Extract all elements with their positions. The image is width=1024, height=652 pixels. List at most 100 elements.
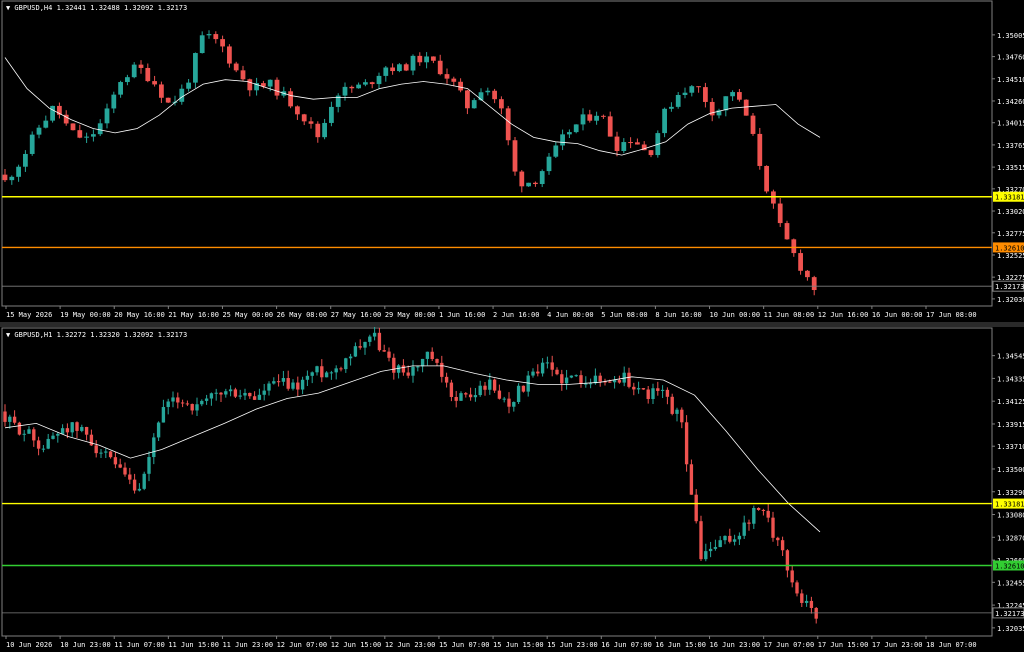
candle-body — [195, 404, 199, 411]
chart-pane-h1[interactable]: ▼ GBPUSD,H1 1.32272 1.32320 1.32092 1.32… — [0, 327, 1024, 652]
candle-body — [305, 375, 310, 380]
candle-body — [152, 437, 156, 458]
x-tick-label: 19 May 00:00 — [60, 311, 111, 319]
candle-body — [310, 372, 314, 376]
candle-body — [771, 517, 775, 538]
x-tick-label: 8 Jun 16:00 — [655, 311, 701, 319]
candle-body — [322, 122, 327, 138]
candle-body — [539, 171, 545, 185]
candle-body — [111, 94, 117, 109]
level-label: 1.32610 — [995, 563, 1024, 571]
candle-body — [334, 368, 338, 373]
candle-body — [43, 120, 49, 128]
candle-body — [214, 392, 218, 394]
candle-body — [492, 379, 497, 391]
candle-body — [732, 539, 737, 542]
x-tick-label: 17 Jun 07:00 — [764, 641, 815, 649]
chart-header: ▼ GBPUSD,H1 1.32272 1.32320 1.32092 1.32… — [6, 331, 187, 339]
candle-body — [22, 433, 26, 435]
candle-body — [798, 253, 803, 271]
candle-body — [228, 389, 233, 392]
level-label: 1.32610 — [995, 244, 1024, 252]
candle-body — [296, 382, 300, 390]
candle-body — [233, 389, 238, 397]
candle-body — [70, 123, 76, 131]
y-tick-label: 1.32775 — [997, 230, 1024, 238]
candle-body — [257, 394, 262, 400]
candle-body — [252, 396, 257, 400]
h4-chart-svg[interactable]: ▼ GBPUSD,H4 1.32441 1.32488 1.32092 1.32… — [0, 0, 1024, 322]
candle-body — [437, 60, 443, 75]
candle-body — [492, 90, 497, 100]
candle-body — [392, 357, 396, 373]
chart-header: ▼ GBPUSD,H4 1.32441 1.32488 1.32092 1.32… — [6, 4, 187, 12]
candle-body — [512, 140, 518, 172]
candle-body — [272, 381, 276, 384]
candle-body — [171, 397, 175, 402]
candle-body — [573, 124, 579, 133]
level-label: 1.32173 — [995, 283, 1024, 291]
candle-body — [2, 174, 8, 181]
candle-body — [449, 382, 454, 397]
x-tick-label: 2 Jun 16:00 — [493, 311, 539, 319]
candle-body — [262, 390, 266, 395]
x-tick-label: 11 Jun 15:00 — [168, 641, 219, 649]
candle-body — [190, 404, 194, 411]
candle-body — [267, 383, 271, 391]
candle-body — [499, 99, 504, 109]
candle-body — [505, 108, 511, 141]
candle-body — [742, 522, 746, 536]
candle-body — [550, 362, 554, 370]
candle-body — [411, 366, 415, 376]
candle-body — [372, 332, 377, 337]
candle-body — [567, 132, 572, 135]
candle-body — [281, 378, 286, 382]
candle-body — [675, 95, 681, 107]
y-tick-label: 1.33710 — [997, 443, 1024, 451]
candle-body — [465, 90, 470, 109]
candle-body — [131, 64, 137, 78]
candle-body — [627, 372, 631, 387]
candle-body — [569, 375, 574, 378]
candle-body — [383, 67, 389, 76]
candle-body — [342, 86, 348, 96]
candle-body — [662, 108, 667, 134]
candle-body — [233, 63, 239, 71]
candle-body — [628, 142, 633, 144]
candle-body — [791, 239, 797, 254]
candle-body — [32, 429, 36, 441]
candle-body — [416, 366, 420, 368]
y-tick-label: 1.32455 — [997, 579, 1024, 587]
h1-chart-svg[interactable]: ▼ GBPUSD,H1 1.32272 1.32320 1.32092 1.32… — [0, 327, 1024, 652]
y-tick-label: 1.34015 — [997, 120, 1024, 128]
candle-body — [636, 388, 641, 390]
x-tick-label: 18 Jun 07:00 — [926, 641, 977, 649]
candle-body — [764, 165, 769, 192]
candle-body — [89, 434, 94, 446]
candle-body — [300, 379, 305, 390]
candle-body — [301, 114, 307, 122]
candle-body — [444, 74, 450, 79]
candle-body — [204, 398, 209, 401]
x-tick-label: 16 Jun 23:00 — [710, 641, 761, 649]
candle-body — [145, 67, 151, 82]
x-tick-label: 4 Jun 00:00 — [547, 311, 593, 319]
candle-body — [800, 593, 804, 603]
y-tick-label: 1.32030 — [997, 296, 1024, 304]
y-tick-label: 1.33915 — [997, 421, 1024, 429]
y-tick-label: 1.34545 — [997, 353, 1024, 361]
candle-body — [809, 600, 814, 608]
candle-body — [531, 371, 535, 376]
candle-body — [417, 55, 423, 63]
candle-body — [444, 376, 449, 383]
candle-body — [587, 114, 593, 121]
candle-body — [608, 381, 612, 383]
candle-body — [29, 134, 35, 154]
candle-body — [36, 440, 41, 449]
candle-body — [795, 582, 799, 594]
candle-body — [108, 451, 113, 458]
chart-pane-h4[interactable]: ▼ GBPUSD,H4 1.32441 1.32488 1.32092 1.32… — [0, 0, 1024, 322]
candle-body — [267, 79, 273, 87]
candle-body — [75, 422, 79, 431]
x-tick-label: 10 Jun 23:00 — [60, 641, 111, 649]
